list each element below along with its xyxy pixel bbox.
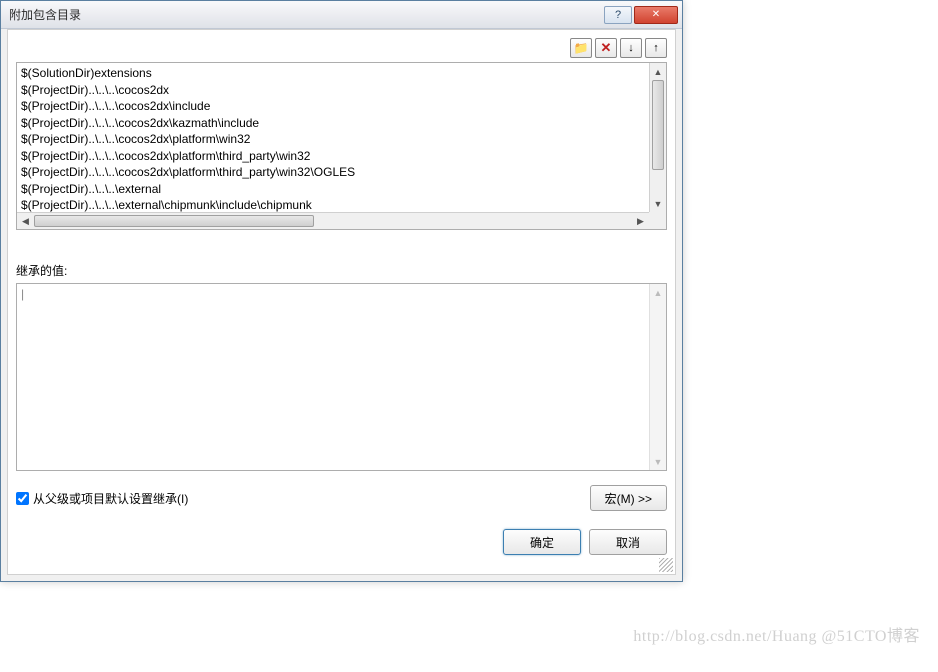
list-content: $(SolutionDir)extensions $(ProjectDir)..… <box>17 63 649 212</box>
ok-button[interactable]: 确定 <box>503 529 581 555</box>
scroll-down-icon[interactable]: ▼ <box>650 453 666 470</box>
list-item[interactable]: $(ProjectDir)..\..\..\cocos2dx\platform\… <box>21 164 645 181</box>
window-title: 附加包含目录 <box>9 6 604 23</box>
dialog-body: 📁 ✕ ↓ ↑ $(SolutionDir)extensions $(Proje… <box>7 29 676 575</box>
watermark-text: http://blog.csdn.net/Huang @51CTO博客 <box>633 622 920 646</box>
cancel-button[interactable]: 取消 <box>589 529 667 555</box>
help-button[interactable]: ? <box>604 6 632 24</box>
new-line-button[interactable]: 📁 <box>570 38 592 58</box>
close-button[interactable]: ✕ <box>634 6 678 24</box>
close-icon: ✕ <box>652 9 660 20</box>
list-item[interactable]: $(ProjectDir)..\..\..\cocos2dx\include <box>21 98 645 115</box>
scroll-left-icon[interactable]: ◀ <box>17 213 34 229</box>
scroll-up-icon[interactable]: ▲ <box>650 63 666 80</box>
list-item[interactable]: $(SolutionDir)extensions <box>21 65 645 82</box>
list-item[interactable]: $(ProjectDir)..\..\..\cocos2dx\platform\… <box>21 148 645 165</box>
include-dirs-list[interactable]: $(SolutionDir)extensions $(ProjectDir)..… <box>16 62 667 230</box>
text-cursor: | <box>21 287 24 301</box>
property-editor-dialog: 附加包含目录 ? ✕ 📁 ✕ ↓ ↑ <box>0 0 683 582</box>
scroll-right-icon[interactable]: ▶ <box>632 213 649 229</box>
vertical-scrollbar[interactable]: ▲ ▼ <box>649 63 666 212</box>
list-item[interactable]: $(ProjectDir)..\..\..\external <box>21 181 645 198</box>
inherited-values-box: | ▲ ▼ <box>16 283 667 471</box>
dialog-buttons: 确定 取消 <box>16 529 667 555</box>
resize-grip-icon[interactable] <box>659 558 673 572</box>
inherited-values-label: 继承的值: <box>16 262 667 279</box>
inherited-content: | <box>17 284 649 470</box>
scroll-thumb[interactable] <box>34 215 314 227</box>
scroll-corner <box>649 212 666 229</box>
list-item[interactable]: $(ProjectDir)..\..\..\cocos2dx\kazmath\i… <box>21 115 645 132</box>
options-row: 从父级或项目默认设置继承(I) 宏(M) >> <box>16 485 667 511</box>
scroll-up-icon[interactable]: ▲ <box>650 284 666 301</box>
list-toolbar: 📁 ✕ ↓ ↑ <box>16 38 667 58</box>
arrow-down-icon: ↓ <box>628 42 634 54</box>
list-item[interactable]: $(ProjectDir)..\..\..\cocos2dx\platform\… <box>21 131 645 148</box>
titlebar[interactable]: 附加包含目录 ? ✕ <box>1 1 682 29</box>
inherit-checkbox[interactable] <box>16 492 29 505</box>
arrow-up-icon: ↑ <box>653 42 659 54</box>
macros-button[interactable]: 宏(M) >> <box>590 485 667 511</box>
horizontal-scrollbar[interactable]: ◀ ▶ <box>17 212 649 229</box>
delete-x-icon: ✕ <box>601 40 612 56</box>
inherit-checkbox-group: 从父级或项目默认设置继承(I) <box>16 490 188 507</box>
scroll-down-icon[interactable]: ▼ <box>650 195 666 212</box>
folder-new-icon: 📁 <box>574 41 589 55</box>
move-down-button[interactable]: ↓ <box>620 38 642 58</box>
scroll-thumb[interactable] <box>652 80 664 170</box>
delete-button[interactable]: ✕ <box>595 38 617 58</box>
vertical-scrollbar[interactable]: ▲ ▼ <box>649 284 666 470</box>
inherit-checkbox-label: 从父级或项目默认设置继承(I) <box>33 490 188 507</box>
help-icon: ? <box>615 9 621 21</box>
list-item[interactable]: $(ProjectDir)..\..\..\external\chipmunk\… <box>21 197 645 212</box>
move-up-button[interactable]: ↑ <box>645 38 667 58</box>
list-item[interactable]: $(ProjectDir)..\..\..\cocos2dx <box>21 82 645 99</box>
